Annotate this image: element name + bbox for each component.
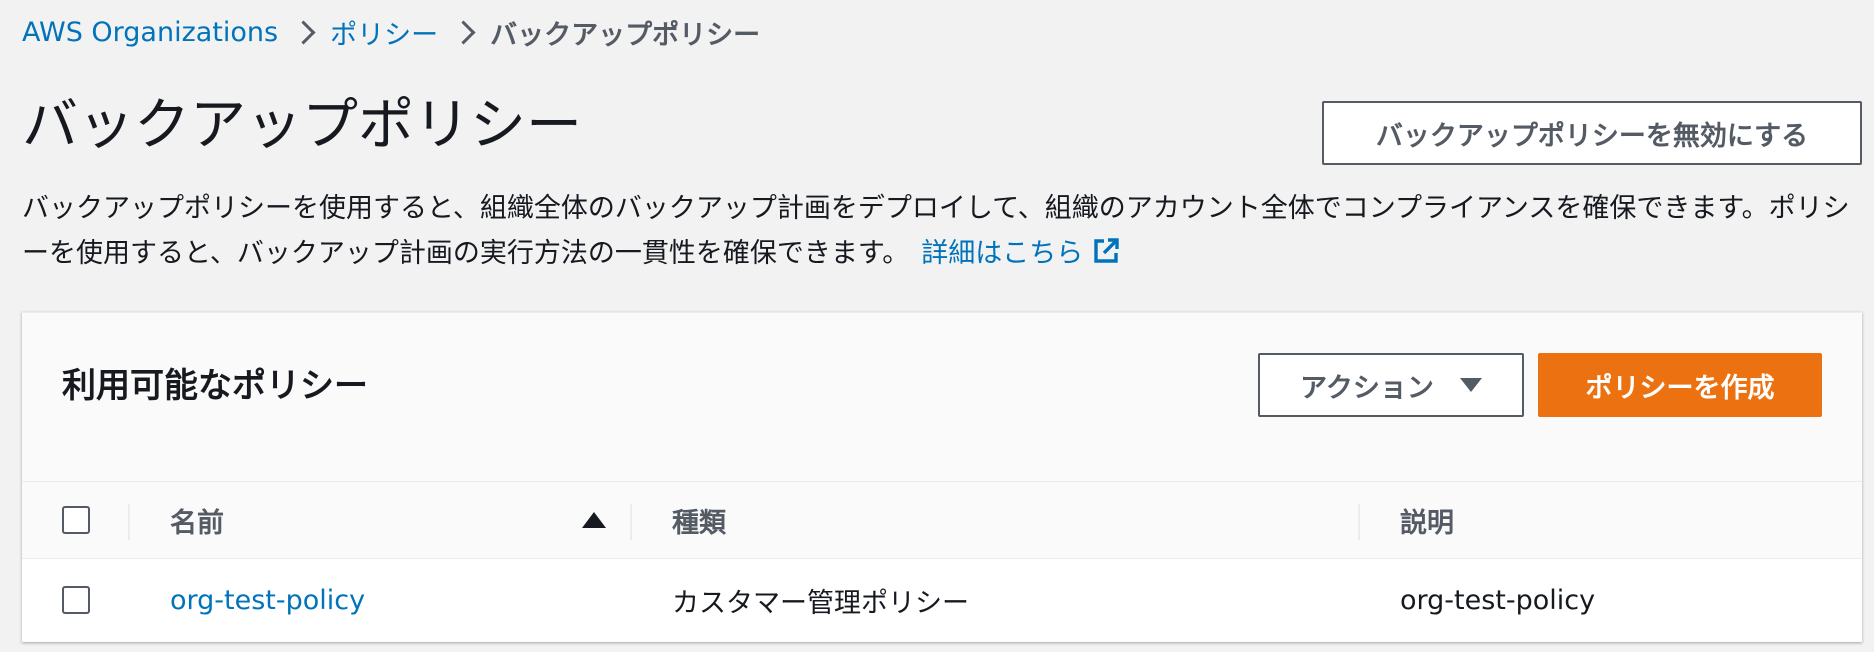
column-divider (128, 504, 130, 540)
learn-more-link[interactable]: 詳細はこちら (921, 238, 1121, 269)
breadcrumb: AWS Organizations ポリシー バックアップポリシー (22, 10, 760, 54)
policy-name-cell: org-test-policy (170, 559, 365, 641)
disable-backup-policies-button[interactable]: バックアップポリシーを無効にする (1322, 101, 1862, 165)
chevron-right-icon (278, 10, 330, 54)
row-select-cell (62, 559, 90, 641)
caret-down-icon (1459, 378, 1482, 392)
column-header-name[interactable]: 名前 (170, 482, 224, 558)
chevron-right-icon (438, 10, 490, 54)
column-divider (1358, 504, 1360, 540)
available-policies-panel: 利用可能なポリシー アクション ポリシーを作成 名前 種類 説明 org-tes… (22, 312, 1862, 642)
select-all-checkbox[interactable] (62, 506, 90, 534)
table-row[interactable]: org-test-policy カスタマー管理ポリシー org-test-pol… (22, 559, 1862, 641)
breadcrumb-policies[interactable]: ポリシー (330, 13, 438, 52)
sort-ascending-icon[interactable] (582, 482, 606, 558)
table-header: 名前 種類 説明 (22, 481, 1862, 559)
learn-more-label: 詳細はこちら (921, 238, 1084, 269)
select-all-cell (62, 482, 90, 558)
policy-description-cell: org-test-policy (1400, 584, 1596, 616)
column-header-description[interactable]: 説明 (1400, 482, 1454, 558)
actions-label: アクション (1300, 372, 1434, 404)
actions-dropdown-button[interactable]: アクション (1258, 353, 1524, 417)
column-divider (630, 504, 632, 540)
page-description: バックアップポリシーを使用すると、組織全体のバックアップ計画をデプロイして、組織… (22, 186, 1862, 276)
policy-type-cell: カスタマー管理ポリシー (672, 587, 969, 619)
policy-name-link[interactable]: org-test-policy (170, 585, 365, 616)
policies-table: 名前 種類 説明 org-test-policy カスタマー管理ポリシー org… (22, 481, 1862, 641)
row-checkbox[interactable] (62, 586, 90, 614)
panel-title: 利用可能なポリシー (62, 366, 368, 406)
page-title: バックアップポリシー (22, 93, 582, 158)
breadcrumb-aws-organizations[interactable]: AWS Organizations (22, 17, 278, 48)
column-header-type[interactable]: 種類 (672, 482, 726, 558)
external-link-icon (1094, 238, 1119, 263)
create-policy-button[interactable]: ポリシーを作成 (1538, 353, 1822, 417)
breadcrumb-current: バックアップポリシー (490, 19, 761, 51)
